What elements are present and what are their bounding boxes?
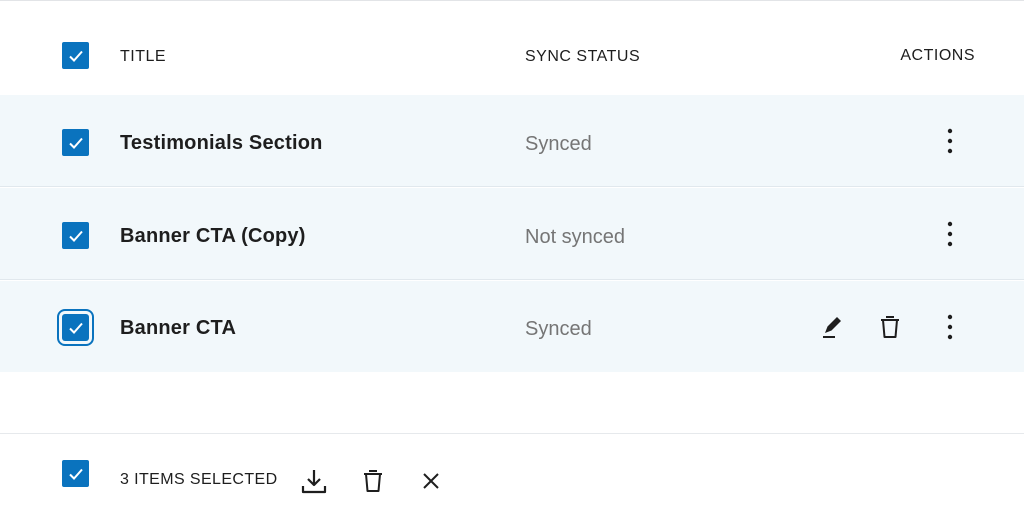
trash-icon [364, 470, 382, 492]
table-row[interactable]: Banner CTA (Copy) Not synced [0, 188, 1024, 280]
download-button[interactable] [298, 465, 330, 497]
column-header-actions: ACTIONS [900, 47, 975, 64]
bulk-select-checkbox[interactable] [62, 460, 89, 487]
row-title[interactable]: Banner CTA (Copy) [120, 225, 306, 248]
check-icon [68, 468, 83, 480]
table-header: TITLE SYNC STATUS ACTIONS [0, 1, 1024, 95]
table-row[interactable]: Banner CTA Synced [0, 281, 1024, 372]
delete-button[interactable] [874, 311, 906, 343]
patterns-table: TITLE SYNC STATUS ACTIONS Testimonials S… [0, 0, 1024, 513]
bulk-delete-button[interactable] [357, 465, 389, 497]
more-vertical-icon [947, 128, 953, 154]
clear-selection-button[interactable] [415, 465, 447, 497]
check-icon [68, 137, 83, 149]
trash-icon [881, 316, 899, 338]
more-vertical-icon [947, 314, 953, 340]
check-icon [68, 322, 83, 334]
more-actions-button[interactable] [934, 218, 966, 250]
more-actions-button[interactable] [934, 125, 966, 157]
select-all-checkbox[interactable] [62, 42, 89, 69]
more-actions-button[interactable] [934, 311, 966, 343]
row-sync-status: Synced [525, 133, 592, 155]
row-sync-status: Not synced [525, 226, 626, 248]
selected-count-label: 3 ITEMS SELECTED [120, 471, 278, 488]
row-checkbox[interactable] [62, 129, 89, 156]
check-icon [68, 230, 83, 242]
row-title[interactable]: Testimonials Section [120, 132, 323, 155]
more-vertical-icon [947, 221, 953, 247]
row-checkbox[interactable] [57, 309, 94, 346]
row-title[interactable]: Banner CTA [120, 317, 236, 340]
column-header-title[interactable]: TITLE [120, 48, 166, 66]
bulk-actions-bar: 3 ITEMS SELECTED [0, 433, 1024, 513]
download-icon [301, 470, 327, 494]
row-checkbox[interactable] [62, 222, 89, 249]
edit-button[interactable] [816, 311, 848, 343]
close-icon [423, 473, 439, 489]
pencil-icon [823, 317, 841, 338]
row-sync-status: Synced [525, 318, 592, 340]
check-icon [68, 50, 83, 62]
table-row[interactable]: Testimonials Section Synced [0, 95, 1024, 187]
column-header-sync-status[interactable]: SYNC STATUS [525, 48, 640, 66]
